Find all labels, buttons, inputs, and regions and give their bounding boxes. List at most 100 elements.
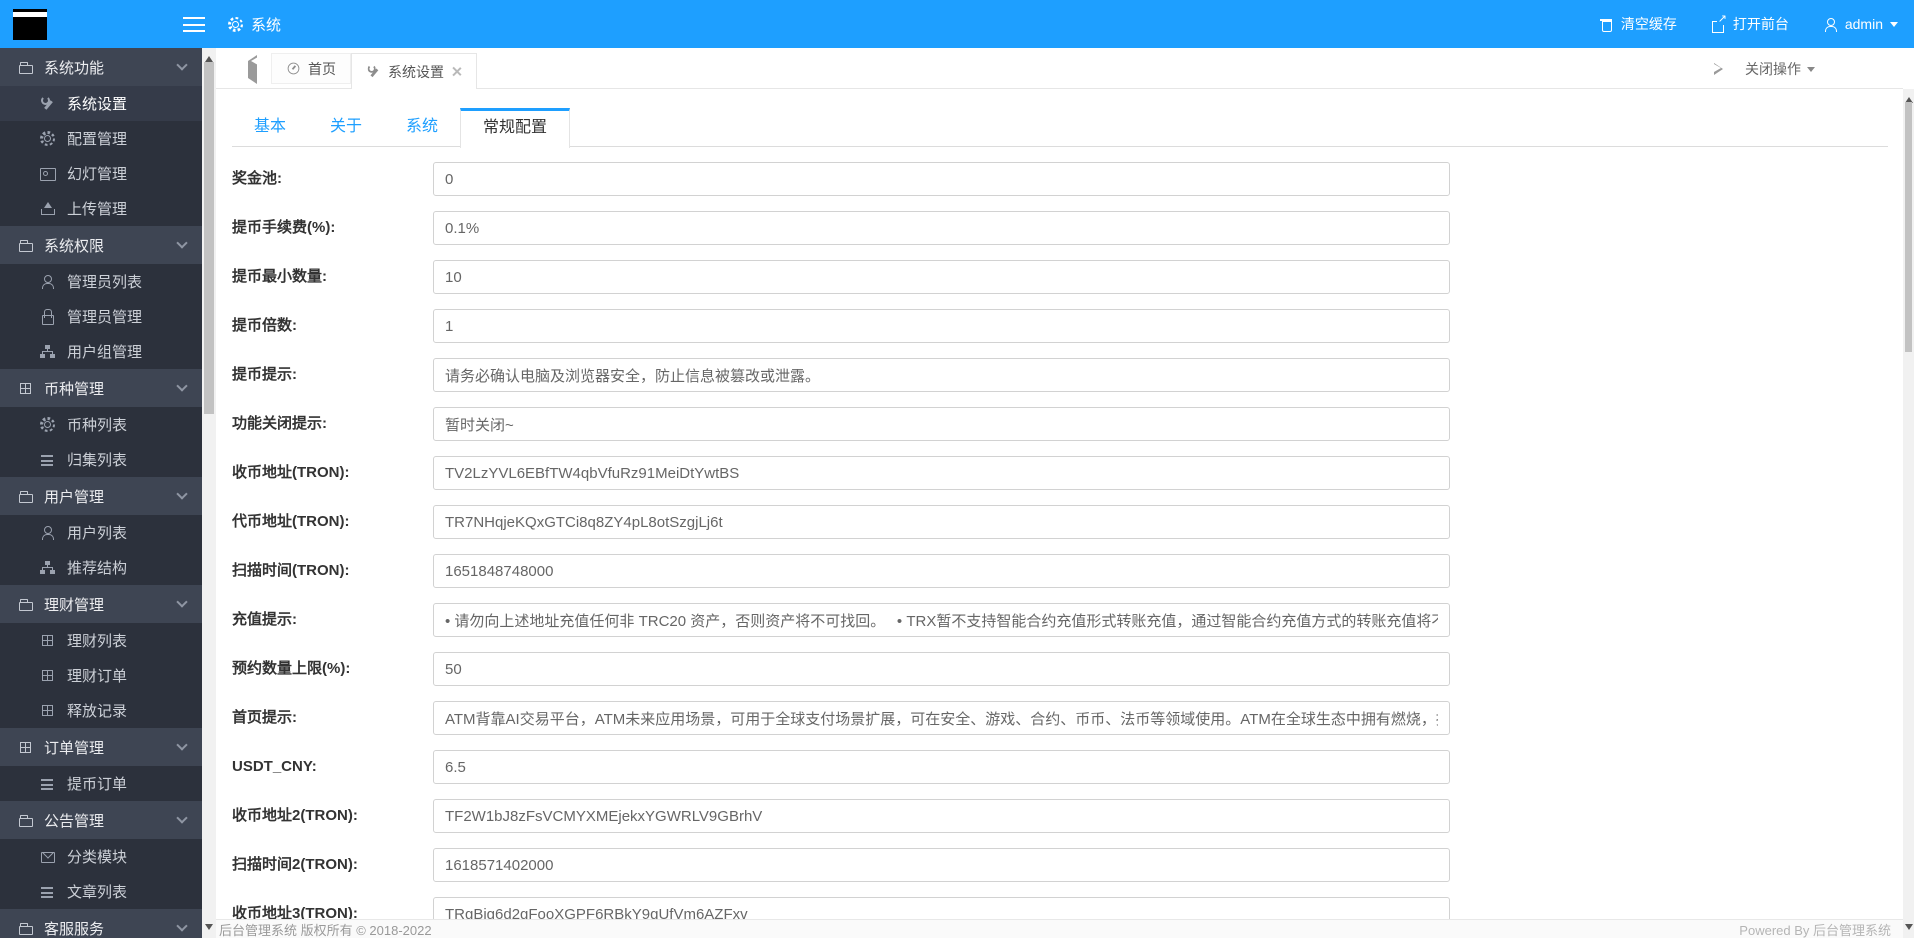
sidebar-scrollbar-thumb[interactable]: [204, 62, 214, 414]
sidebar-item-article-list[interactable]: 文章列表: [0, 874, 202, 909]
sidebar-item-collection-list[interactable]: 归集列表: [0, 442, 202, 477]
tab-system[interactable]: 系统: [384, 108, 460, 146]
tab-home[interactable]: 首页: [271, 53, 351, 84]
usdt-cny-input[interactable]: [433, 750, 1450, 784]
reserve-limit-input[interactable]: [433, 652, 1450, 686]
close-operations-dropdown[interactable]: 关闭操作: [1745, 59, 1815, 79]
clear-cache-label: 清空缓存: [1620, 16, 1677, 32]
sidebar-item-slides-management[interactable]: 幻灯管理: [0, 156, 202, 191]
withdraw-tip-input[interactable]: [433, 358, 1450, 392]
page-tabbar: 首页 系统设置 关闭操作: [216, 48, 1903, 90]
sidebar-item-label: 系统设置: [67, 96, 128, 113]
sidebar-group-customer-service[interactable]: 客服服务: [0, 909, 202, 938]
sidebar-item-config-management[interactable]: 配置管理: [0, 121, 202, 156]
folder-icon: [18, 60, 33, 75]
sidebar-item-label: 上传管理: [67, 201, 128, 218]
field-label: 扫描时间2(TRON):: [232, 856, 358, 873]
sidebar-item-system-settings[interactable]: 系统设置: [0, 86, 202, 121]
upload-icon: [40, 201, 55, 216]
form-row-bonus-pool: 奖金池:: [232, 162, 1450, 196]
tab-general-config[interactable]: 常规配置: [460, 108, 571, 148]
tabs-scroll-left-button[interactable]: [248, 55, 257, 84]
feature-closed-tip-input[interactable]: [433, 407, 1450, 441]
sidebar-item-admin-management[interactable]: 管理员管理: [0, 299, 202, 334]
sidebar-group-label: 公告管理: [44, 812, 105, 830]
grid-icon: [18, 380, 33, 396]
bonus-pool-input[interactable]: [433, 162, 1450, 196]
sidebar-item-usergroup-management[interactable]: 用户组管理: [0, 334, 202, 369]
user-menu[interactable]: admin: [1823, 16, 1898, 32]
lock-icon: [40, 309, 55, 325]
scan-time-tron-input[interactable]: [433, 554, 1450, 588]
receive-address3-tron-input[interactable]: [433, 897, 1450, 919]
sidebar-group-wealth-management[interactable]: 理财管理: [0, 585, 202, 623]
triangle-left-icon: [248, 55, 257, 84]
sidebar-item-label: 推荐结构: [67, 560, 128, 577]
clear-cache-button[interactable]: 清空缓存: [1599, 14, 1677, 34]
sidebar-group-coin-management[interactable]: 币种管理: [0, 369, 202, 407]
sidebar-item-referral-structure[interactable]: 推荐结构: [0, 550, 202, 585]
content-scrollbar-thumb[interactable]: [1905, 102, 1912, 352]
token-address-tron-input[interactable]: [433, 505, 1450, 539]
scroll-down-arrow-icon[interactable]: [205, 924, 213, 934]
tab-basic[interactable]: 基本: [232, 108, 308, 146]
chevron-down-icon: [176, 488, 188, 500]
sidebar-item-upload-management[interactable]: 上传管理: [0, 191, 202, 226]
scan-time2-tron-input[interactable]: [433, 848, 1450, 882]
gear-icon: [40, 131, 55, 146]
sidebar-group-label: 订单管理: [44, 739, 105, 757]
sidebar-item-coin-list[interactable]: 币种列表: [0, 407, 202, 442]
scroll-up-arrow-icon[interactable]: [205, 52, 213, 62]
receive-address-tron-input[interactable]: [433, 456, 1450, 490]
sidebar-item-user-list[interactable]: 用户列表: [0, 515, 202, 550]
open-frontend-button[interactable]: 打开前台: [1711, 13, 1789, 34]
sitemap-icon: [40, 560, 55, 575]
tab-system-settings[interactable]: 系统设置: [351, 53, 477, 90]
settings-page: 基本 关于 系统 常规配置 奖金池: 提币手续费(%): 提币最小数量: 提币倍…: [216, 89, 1903, 919]
home-tip-input[interactable]: [433, 701, 1450, 735]
sidebar-item-release-records[interactable]: 释放记录: [0, 693, 202, 728]
close-operations-label: 关闭操作: [1745, 60, 1801, 77]
content-scrollbar[interactable]: [1903, 89, 1914, 938]
grid-icon: [40, 668, 55, 683]
sidebar-scrollbar[interactable]: [202, 48, 216, 938]
field-label: 提币倍数:: [232, 317, 297, 334]
close-tab-icon[interactable]: [451, 66, 462, 77]
sidebar-item-label: 释放记录: [67, 703, 128, 720]
sidebar-group-user-management[interactable]: 用户管理: [0, 477, 202, 515]
admin-console: 系统 清空缓存 打开前台 admin 系统功能 系: [0, 0, 1914, 938]
sidebar-item-category-modules[interactable]: 分类模块: [0, 839, 202, 874]
sidebar-group-announcement-management[interactable]: 公告管理: [0, 801, 202, 839]
header-actions: 清空缓存 打开前台 admin: [1599, 0, 1898, 48]
sidebar-item-wealth-orders[interactable]: 理财订单: [0, 658, 202, 693]
withdraw-multiple-input[interactable]: [433, 309, 1450, 343]
withdraw-fee-input[interactable]: [433, 211, 1450, 245]
field-label: USDT_CNY:: [232, 758, 317, 775]
field-label: 提币最小数量:: [232, 268, 327, 285]
sidebar-item-wealth-list[interactable]: 理财列表: [0, 623, 202, 658]
grid-icon: [40, 633, 55, 648]
sidebar-group-system-permissions[interactable]: 系统权限: [0, 226, 202, 264]
status-bar: 后台管理系统 版权所有 © 2018-2022 Powered By 后台管理系…: [216, 919, 1903, 938]
tab-about[interactable]: 关于: [308, 108, 384, 146]
withdraw-min-input[interactable]: [433, 260, 1450, 294]
tabs-scroll-right-button[interactable]: [1713, 62, 1723, 75]
sidebar-item-label: 幻灯管理: [67, 166, 128, 183]
sidebar-group-label: 系统功能: [44, 59, 105, 77]
field-label: 提币手续费(%):: [232, 219, 336, 236]
receive-address2-tron-input[interactable]: [433, 799, 1450, 833]
sidebar-item-admin-list[interactable]: 管理员列表: [0, 264, 202, 299]
sidebar-group-system-functions[interactable]: 系统功能: [0, 48, 202, 86]
gear-icon: [40, 417, 55, 432]
settings-tabs: 基本 关于 系统 常规配置: [232, 108, 1888, 148]
scroll-down-arrow-icon[interactable]: [1904, 924, 1913, 934]
sidebar-item-label: 币种列表: [67, 417, 128, 434]
deposit-tip-input[interactable]: [433, 603, 1450, 637]
field-label: 收币地址(TRON):: [232, 464, 350, 481]
hamburger-menu-icon[interactable]: [183, 17, 205, 32]
username: admin: [1844, 16, 1883, 32]
sidebar-group-order-management[interactable]: 订单管理: [0, 728, 202, 766]
sidebar-item-withdrawal-orders[interactable]: 提币订单: [0, 766, 202, 801]
envelope-icon: [40, 849, 55, 864]
sidebar-item-label: 管理员管理: [67, 309, 143, 326]
